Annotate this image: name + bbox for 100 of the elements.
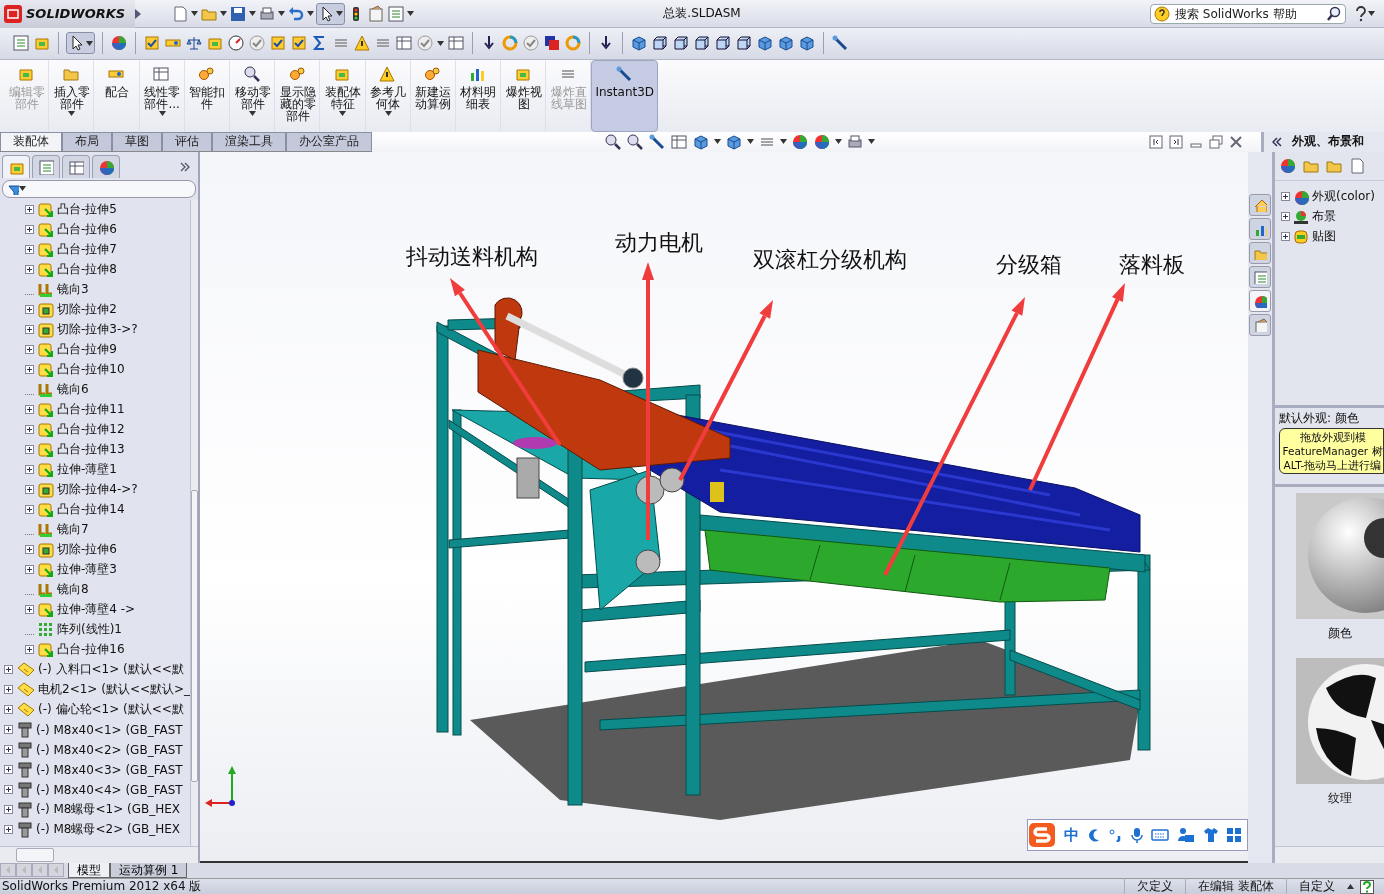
shirt-icon[interactable] (1203, 827, 1219, 843)
expand-icon[interactable] (4, 705, 13, 715)
balance-icon[interactable] (185, 34, 203, 53)
caret-icon[interactable] (714, 139, 721, 145)
tile-right-icon[interactable] (1169, 134, 1183, 149)
tree-item[interactable]: (-) M8螺母<2> (GB_HEX (36, 821, 181, 839)
caret-icon[interactable] (68, 110, 76, 116)
checkbox-icon[interactable] (290, 34, 308, 53)
tree-item[interactable]: 凸台-拉伸6 (57, 221, 117, 239)
user-icon[interactable] (1177, 827, 1195, 843)
caret-icon[interactable] (220, 11, 227, 16)
close-icon[interactable] (1229, 134, 1243, 149)
tree-item[interactable]: 电机2<1> (默认<<默认>_ (38, 681, 191, 699)
expand-icon[interactable] (4, 745, 13, 755)
caret-icon[interactable] (86, 41, 93, 46)
task-pane-tab[interactable] (1249, 313, 1271, 336)
tile-left-icon[interactable] (1149, 134, 1163, 149)
command-button[interactable]: 线性零部件... (139, 59, 185, 132)
bottom-tab[interactable]: 模型 (68, 863, 110, 878)
probe-icon[interactable] (648, 132, 666, 151)
command-button[interactable]: 插入零部件 (49, 59, 95, 132)
tree-item[interactable]: (-) M8螺母<1> (GB_HEX (36, 801, 181, 819)
caret-icon[interactable] (384, 110, 392, 116)
expand-icon[interactable] (25, 245, 34, 255)
select-button[interactable] (66, 32, 95, 55)
caret-icon[interactable] (780, 139, 787, 145)
ime-mode-toggle[interactable]: 中 (1064, 825, 1079, 845)
tree-item[interactable]: 镜向7 (57, 521, 89, 539)
more-icon[interactable] (180, 161, 190, 172)
caret-icon[interactable] (339, 110, 347, 116)
command-button[interactable]: 装配体特征 (320, 59, 366, 132)
horizontal-scrollbar[interactable] (1275, 846, 1384, 863)
collapse-icon[interactable] (1272, 136, 1282, 147)
caret-icon[interactable] (1368, 11, 1375, 16)
tree-item[interactable]: 镜向8 (57, 581, 89, 599)
expand-icon[interactable] (25, 425, 34, 435)
expand-icon[interactable] (25, 485, 34, 495)
expand-icon[interactable] (25, 325, 34, 335)
caret-icon[interactable] (437, 41, 444, 46)
select-button[interactable] (316, 2, 345, 25)
horizontal-scrollbar[interactable] (0, 846, 198, 863)
caret-icon[interactable] (835, 139, 842, 145)
expand-icon[interactable] (25, 405, 34, 415)
task-pane-tab[interactable] (1249, 193, 1271, 216)
tree-item[interactable]: 外观(color) (1312, 188, 1375, 206)
expand-icon[interactable] (25, 445, 34, 455)
material-preview[interactable] (1296, 657, 1384, 784)
command-tab[interactable]: 装配体 (0, 131, 62, 151)
tree-item[interactable]: 凸台-拉伸9 (57, 341, 117, 359)
cube-icon[interactable] (630, 34, 648, 53)
panel-tab[interactable] (62, 155, 90, 179)
expand-icon[interactable] (4, 685, 13, 695)
tree-item[interactable]: 切除-拉伸6 (57, 541, 117, 559)
search-field[interactable]: 搜索 SolidWorks 帮助 (1150, 3, 1346, 24)
bottom-tab[interactable]: 运动算例 1 (110, 863, 188, 878)
caret-icon[interactable] (19, 186, 26, 192)
table-icon[interactable] (670, 132, 688, 151)
checkbox-icon[interactable] (143, 34, 161, 53)
expand-icon[interactable] (25, 465, 34, 475)
restore-icon[interactable] (1209, 134, 1223, 149)
tree-item[interactable]: (-) M8x40<3> (GB_FAST (36, 762, 183, 777)
command-button[interactable]: 智能扣件 (184, 59, 230, 132)
grid-icon[interactable] (1227, 828, 1241, 842)
help-icon[interactable] (1354, 5, 1368, 22)
command-button[interactable]: Instant3D (591, 59, 659, 132)
expand-icon[interactable] (25, 205, 34, 215)
tree-item[interactable]: (-) M8x40<1> (GB_FAST (36, 722, 183, 737)
command-button[interactable]: 新建运动算例 (410, 59, 456, 132)
command-button[interactable]: 参考几何体 (365, 59, 411, 132)
expand-icon[interactable] (25, 365, 34, 375)
clipboard-icon[interactable] (367, 4, 385, 23)
tree-item[interactable]: 阵列(线性)1 (57, 621, 122, 639)
tree-item[interactable]: 拉伸-薄壁1 (57, 461, 117, 479)
task-pane-tab[interactable] (1249, 217, 1271, 240)
printer-icon[interactable] (258, 4, 276, 23)
tree-item[interactable]: 凸台-拉伸14 (57, 501, 125, 519)
tree-item[interactable]: 凸台-拉伸12 (57, 421, 125, 439)
moon-icon[interactable] (1087, 828, 1101, 842)
expand-icon[interactable] (25, 265, 34, 275)
tree-item[interactable]: (-) M8x40<2> (GB_FAST (36, 742, 183, 757)
vertical-scrollbar[interactable] (190, 199, 198, 846)
expand-icon[interactable] (4, 825, 13, 835)
check-circle-icon[interactable] (522, 34, 540, 53)
command-tab[interactable]: 评估 (162, 131, 212, 151)
gauge-icon[interactable] (227, 34, 245, 53)
expand-arrow-icon[interactable] (135, 8, 141, 19)
cube-icon[interactable] (777, 34, 795, 53)
tree-item[interactable]: 凸台-拉伸7 (57, 241, 117, 259)
table-icon[interactable] (447, 34, 465, 53)
caret-icon[interactable] (158, 110, 166, 116)
expand-icon[interactable] (1281, 212, 1290, 222)
expand-icon[interactable] (25, 645, 34, 655)
punctuation-icon[interactable] (1109, 828, 1123, 842)
panel-tab[interactable] (92, 155, 120, 179)
caret-icon[interactable] (278, 11, 285, 16)
expand-icon[interactable] (4, 785, 13, 795)
zoom-icon[interactable] (626, 132, 644, 151)
material-preview[interactable] (1296, 492, 1384, 619)
color-sphere-icon[interactable] (813, 132, 831, 151)
command-button[interactable]: 材料明细表 (455, 59, 502, 132)
